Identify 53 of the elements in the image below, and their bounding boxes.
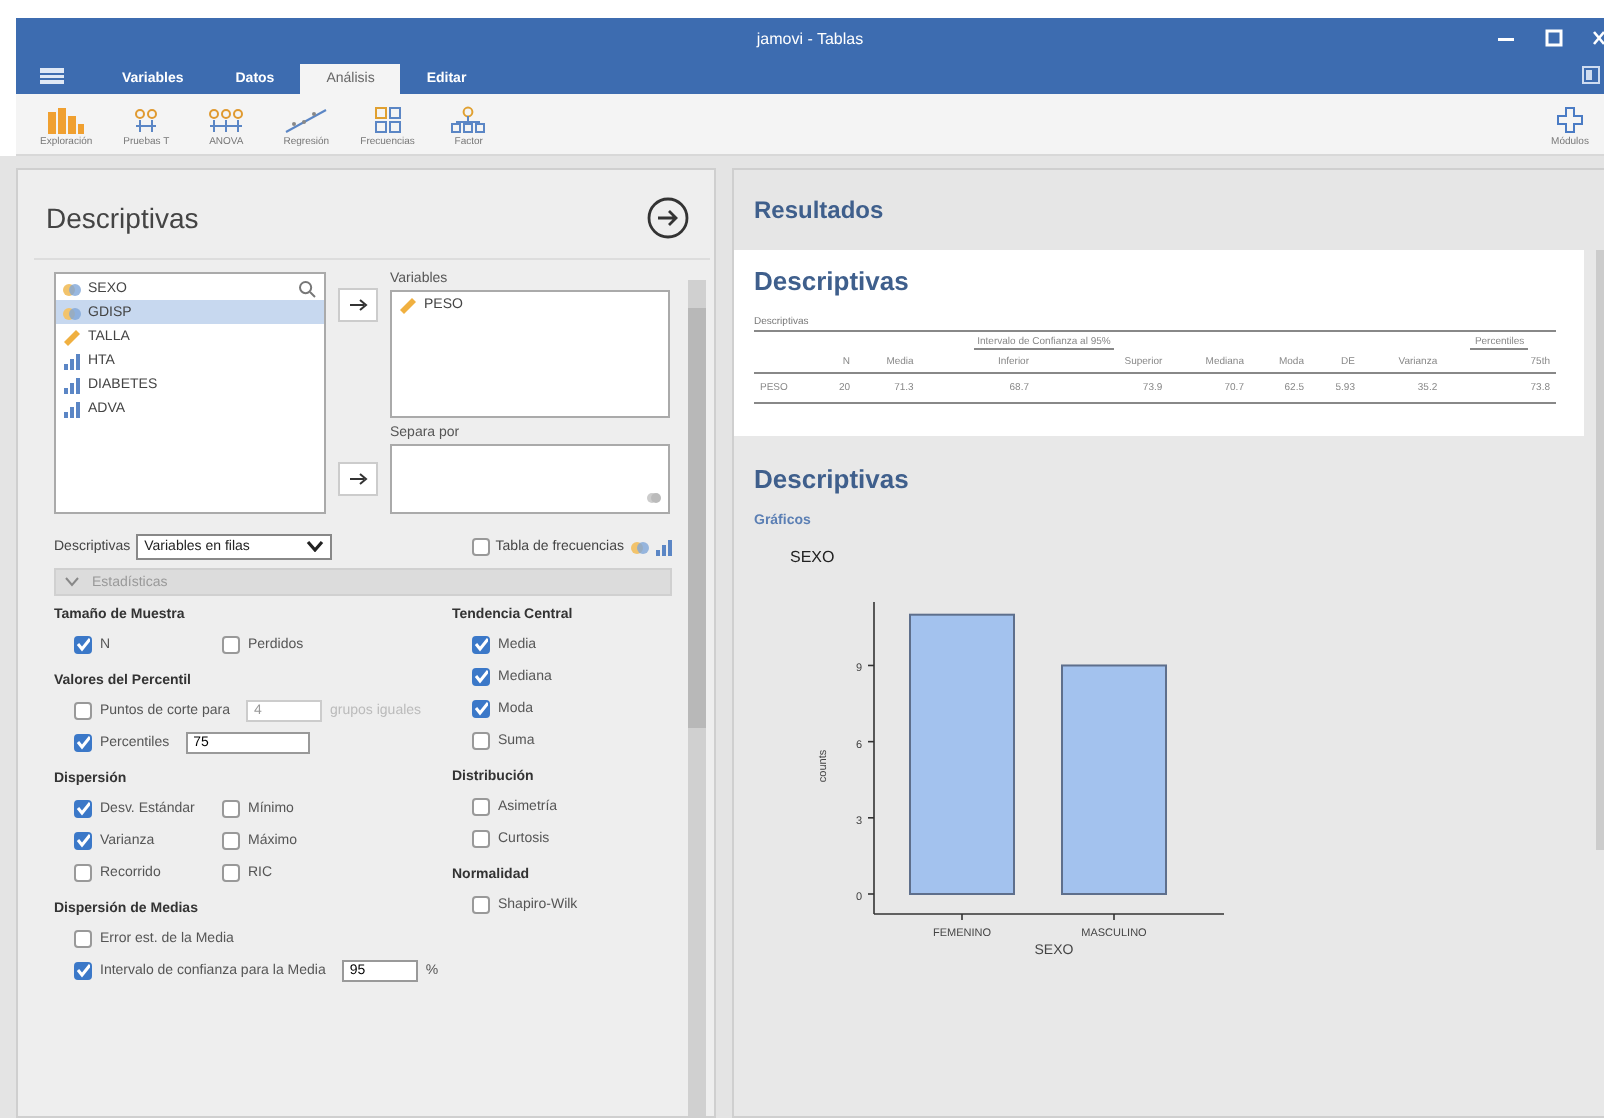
split-by-box[interactable] xyxy=(390,444,670,514)
ordinal-variable-icon xyxy=(62,375,82,393)
checkbox[interactable] xyxy=(472,699,490,717)
checkbox[interactable] xyxy=(472,797,490,815)
checkbox[interactable] xyxy=(74,799,92,817)
scrollbar[interactable] xyxy=(688,280,706,1116)
results-title: Resultados xyxy=(754,196,884,224)
analysis-heading: Descriptivas xyxy=(754,464,911,494)
groups-icon xyxy=(208,106,245,134)
checkbox[interactable] xyxy=(471,537,490,555)
ruler-icon xyxy=(398,295,418,313)
move-button[interactable] xyxy=(338,288,378,322)
checkbox[interactable] xyxy=(74,733,92,751)
checkbox[interactable] xyxy=(74,635,92,653)
arrow-right-icon xyxy=(349,472,367,486)
chevron-icon xyxy=(64,576,80,588)
menu-icon[interactable] xyxy=(40,68,64,84)
checkbox[interactable] xyxy=(472,667,490,685)
checkbox[interactable] xyxy=(472,635,490,653)
window-title: jamovi - Tablas xyxy=(756,29,864,47)
nominal-variable-icon xyxy=(646,490,662,506)
bar-chart-icon xyxy=(46,106,87,134)
ordinal-variable-icon xyxy=(62,351,82,369)
checkbox[interactable] xyxy=(222,831,240,849)
checkbox[interactable] xyxy=(222,635,240,653)
checkbox[interactable] xyxy=(74,831,92,849)
nominal-variable-icon xyxy=(630,537,650,555)
maximize-icon[interactable] xyxy=(1544,28,1564,48)
checkbox[interactable] xyxy=(472,829,490,847)
hierarchy-icon xyxy=(450,106,487,134)
checkbox[interactable] xyxy=(222,863,240,881)
ordinal-variable-icon xyxy=(656,537,672,555)
checkbox[interactable] xyxy=(222,799,240,817)
arrow-right-icon xyxy=(349,298,367,312)
chart-title: SEXO xyxy=(790,548,837,566)
checkbox[interactable] xyxy=(74,863,92,881)
close-icon[interactable] xyxy=(1592,28,1604,48)
arrow-right-icon[interactable] xyxy=(646,196,690,240)
checkbox[interactable] xyxy=(472,731,490,749)
search-icon[interactable] xyxy=(298,280,316,298)
move-button[interactable] xyxy=(338,462,378,496)
analysis-heading: Descriptivas xyxy=(754,266,911,296)
checkbox[interactable] xyxy=(472,895,490,913)
ordinal-variable-icon xyxy=(62,399,82,417)
checkbox[interactable] xyxy=(74,929,92,947)
scatter-line-icon xyxy=(284,106,329,134)
chevron-down-icon xyxy=(306,540,325,552)
checkbox[interactable] xyxy=(74,961,92,979)
analysis-title: Descriptivas xyxy=(46,202,199,234)
grid-icon xyxy=(373,106,402,134)
plus-icon xyxy=(1556,106,1584,134)
panel-toggle-icon[interactable] xyxy=(1582,66,1600,84)
groups-icon xyxy=(132,106,161,134)
